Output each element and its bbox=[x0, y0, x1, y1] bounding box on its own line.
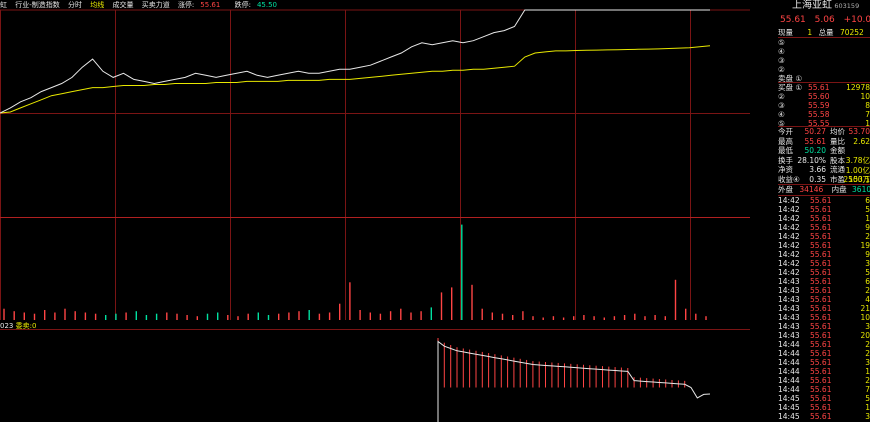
stat-label: 今开 bbox=[778, 127, 793, 136]
sub-indicator-code: 023 bbox=[0, 322, 14, 330]
quote-panel: 上海亚虹 603159 55.61 5.06 +10.0 现量 1 总量 702… bbox=[778, 0, 870, 422]
stat-label: 金额 bbox=[830, 146, 845, 155]
stat-row: 今开 50.27 均价 53.70 bbox=[778, 127, 870, 137]
flow-bars bbox=[437, 338, 686, 388]
stat-label: 最高 bbox=[778, 136, 793, 146]
stat-label: 换手 bbox=[778, 155, 793, 165]
stat-label: 收益④ bbox=[778, 174, 800, 184]
stat-row: 换手 28.10% 股本 1.00亿 bbox=[778, 155, 870, 175]
stat-row: 收益④ 0.35 市盈 153.1 bbox=[778, 175, 870, 185]
flow-line bbox=[437, 340, 711, 422]
stock-title: 上海亚虹 603159 bbox=[778, 1, 870, 13]
stat-value: 50.20 bbox=[804, 146, 826, 155]
outer-inner-row: 外盘 34146 内盘 36106 bbox=[778, 185, 870, 194]
price-change-pct: +10.0 bbox=[843, 15, 870, 25]
stat-label: 均价 bbox=[830, 127, 845, 136]
panel-divider bbox=[778, 195, 870, 196]
panel-divider bbox=[778, 82, 870, 83]
stat-row: 最高 55.61 量比 2.62 bbox=[778, 137, 870, 147]
stat-label: 最低 bbox=[778, 146, 793, 155]
stat-value: 3.66 bbox=[809, 165, 826, 174]
sub-indicator-header: 023 委卖:0 bbox=[0, 321, 36, 331]
stock-name: 上海亚虹 bbox=[792, 0, 832, 11]
chart-grid bbox=[0, 9, 750, 330]
panel-divider bbox=[778, 37, 870, 38]
price-change: 5.06 bbox=[814, 15, 835, 25]
volume-bars bbox=[3, 224, 707, 320]
stat-row: 净资 3.66 流通 2500万 bbox=[778, 165, 870, 184]
stock-code: 603159 bbox=[834, 2, 860, 10]
sub-indicator-label: 委卖:0 bbox=[15, 322, 37, 330]
stat-value: 55.61 bbox=[804, 136, 826, 146]
stat-label: 净资 bbox=[778, 165, 793, 174]
stat-value: 2.62 bbox=[853, 136, 870, 146]
tick-time: 14:45 bbox=[778, 412, 800, 421]
price-row: 55.61 5.06 +10.0 bbox=[778, 15, 870, 27]
stat-value: 50.27 bbox=[804, 127, 826, 136]
stat-label: 股本 bbox=[830, 155, 845, 165]
stat-label: 流通 bbox=[830, 165, 845, 174]
tick-volume: 3 bbox=[865, 412, 870, 421]
price-line bbox=[0, 9, 710, 114]
stat-value: 0.35 bbox=[809, 174, 826, 184]
stat-value: 53.70 bbox=[848, 127, 870, 136]
stat-label: 市盈 bbox=[830, 174, 845, 184]
stat-label: 量比 bbox=[830, 136, 845, 146]
stat-value: 153.1 bbox=[848, 174, 870, 184]
panel-divider bbox=[778, 184, 870, 185]
intraday-chart[interactable]: 10.01%9.10%8.19%7.28%6.37%5.46%4.55%3.64… bbox=[0, 0, 750, 422]
tick-price: 55.61 bbox=[810, 412, 832, 421]
stat-row: 最低 50.20 金额 3.78亿 bbox=[778, 146, 870, 165]
average-price-line bbox=[0, 45, 711, 114]
panel-divider bbox=[778, 126, 870, 127]
stat-value: 28.10% bbox=[797, 155, 826, 165]
tick-row: 14:45 55.61 3 bbox=[778, 412, 870, 422]
last-price: 55.61 bbox=[780, 15, 806, 25]
